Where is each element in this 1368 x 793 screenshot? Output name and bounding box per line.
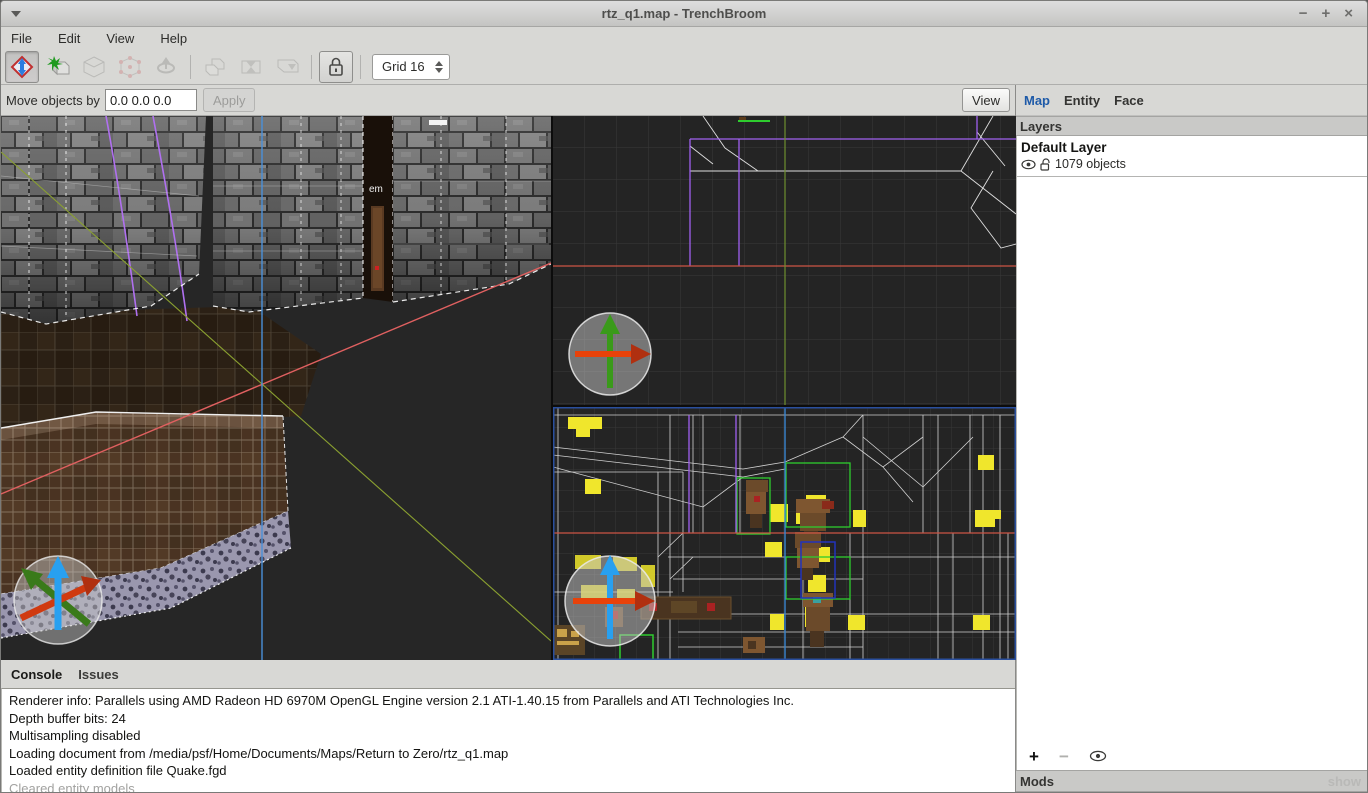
- rotate-tool-icon: [154, 55, 178, 79]
- minimize-button[interactable]: −: [1299, 6, 1308, 21]
- viewport-3d[interactable]: em: [1, 116, 551, 660]
- app-window: rtz_q1.map - TrenchBroom − + × File Edit…: [0, 0, 1368, 793]
- viewport-2d-xy-canvas: [553, 116, 1016, 405]
- spinner-up-icon[interactable]: [435, 61, 443, 66]
- brick-wall-right: [393, 116, 551, 302]
- layer-unlocked-icon[interactable]: [1040, 158, 1051, 171]
- console-line: Loaded entity definition file Quake.fgd: [9, 762, 1008, 780]
- tab-map[interactable]: Map: [1024, 93, 1050, 108]
- add-layer-button[interactable]: +: [1029, 748, 1039, 765]
- entity-label: em: [369, 184, 383, 195]
- layers-toolbar: + −: [1016, 742, 1367, 770]
- menu-view[interactable]: View: [106, 31, 134, 46]
- layer-object-count: 1079 objects: [1055, 157, 1126, 171]
- cube-tool-button[interactable]: [77, 51, 111, 83]
- lock-icon: [326, 56, 346, 78]
- remove-layer-button[interactable]: −: [1059, 748, 1069, 765]
- inspector-panel: Map Entity Face Layers Default Layer: [1016, 85, 1367, 792]
- layer-name: Default Layer: [1021, 140, 1363, 155]
- close-button[interactable]: ×: [1344, 6, 1353, 21]
- csg-subtract-button[interactable]: [234, 51, 268, 83]
- selection-tool-button[interactable]: [5, 51, 39, 83]
- editor-area: Move objects by Apply View: [1, 85, 1016, 792]
- cube-icon: [82, 55, 106, 79]
- viewport-2d-xz-canvas: [553, 407, 1016, 660]
- console-line: Loading document from /media/psf/Home/Do…: [9, 745, 1008, 763]
- csg-intersect-icon: [274, 55, 300, 79]
- layer-visibility-eye-icon[interactable]: [1021, 159, 1036, 170]
- menu-edit[interactable]: Edit: [58, 31, 80, 46]
- apply-button[interactable]: Apply: [203, 88, 256, 112]
- csg-merge-icon: [202, 55, 228, 79]
- viewport-2d-xz[interactable]: [553, 407, 1016, 660]
- menu-help[interactable]: Help: [160, 31, 187, 46]
- mods-show-link[interactable]: show: [1328, 774, 1363, 789]
- menu-file[interactable]: File: [11, 31, 32, 46]
- compass-gizmo-xz: [565, 555, 655, 646]
- move-objects-label: Move objects by: [6, 93, 100, 108]
- console-line: Multisampling disabled: [9, 727, 1008, 745]
- spinner-down-icon[interactable]: [435, 68, 443, 73]
- layer-row-default[interactable]: Default Layer 1079 objects: [1017, 136, 1367, 177]
- inspector-tabs: Map Entity Face: [1016, 85, 1367, 116]
- csg-convex-merge-button[interactable]: [198, 51, 232, 83]
- alcove: [363, 116, 393, 302]
- grid-size-spinner[interactable]: [435, 61, 443, 73]
- maximize-button[interactable]: +: [1321, 6, 1330, 21]
- toolbar-separator: [311, 55, 312, 79]
- rotate-tool-button[interactable]: [149, 51, 183, 83]
- mods-header-label: Mods: [1020, 774, 1054, 789]
- layers-header-label: Layers: [1020, 119, 1062, 134]
- vertex-tool-icon: [118, 55, 142, 79]
- toolbar-separator: [360, 55, 361, 79]
- compass-gizmo-xy: [569, 313, 651, 395]
- grid-size-control[interactable]: Grid 16: [372, 54, 450, 80]
- console-line: Cleared entity models: [9, 780, 1008, 793]
- vertex-tool-button[interactable]: [113, 51, 147, 83]
- window-title: rtz_q1.map - TrenchBroom: [1, 6, 1367, 21]
- compass-gizmo-3d: [14, 556, 102, 644]
- move-objects-bar: Move objects by Apply View: [1, 85, 1015, 116]
- tab-console[interactable]: Console: [11, 667, 62, 682]
- toggle-visibility-eye-icon[interactable]: [1089, 750, 1107, 762]
- toolbar: Grid 16: [1, 49, 1367, 85]
- tab-issues[interactable]: Issues: [78, 667, 118, 682]
- viewport-area: em: [1, 116, 1015, 660]
- layers-list: Default Layer 1079 objects: [1016, 136, 1367, 742]
- menubar: File Edit View Help: [1, 27, 1367, 49]
- view-dropdown-button[interactable]: View: [962, 88, 1010, 112]
- brick-wall-center: [213, 116, 363, 312]
- console-tabs: Console Issues: [1, 660, 1015, 688]
- selection-tool-icon: [10, 55, 34, 79]
- toolbar-separator: [190, 55, 191, 79]
- brush-tool-button[interactable]: [41, 51, 75, 83]
- move-objects-input[interactable]: [105, 89, 197, 111]
- layers-section-header: Layers: [1016, 116, 1367, 136]
- csg-intersect-button[interactable]: [270, 51, 304, 83]
- console-line: Depth buffer bits: 24: [9, 710, 1008, 728]
- titlebar: rtz_q1.map - TrenchBroom − + ×: [1, 1, 1367, 27]
- console-output: Renderer info: Parallels using AMD Radeo…: [1, 688, 1015, 792]
- console-panel: Console Issues Renderer info: Parallels …: [1, 660, 1015, 792]
- console-line: Renderer info: Parallels using AMD Radeo…: [9, 692, 1008, 710]
- tab-entity[interactable]: Entity: [1064, 93, 1100, 108]
- csg-subtract-icon: [238, 55, 264, 79]
- tab-face[interactable]: Face: [1114, 93, 1144, 108]
- mods-section-header: Mods show: [1016, 770, 1367, 792]
- grid-size-value: Grid 16: [382, 59, 425, 74]
- brush-tool-icon: [45, 55, 71, 79]
- viewport-2d-xy[interactable]: [553, 116, 1016, 405]
- texture-lock-button[interactable]: [319, 51, 353, 83]
- viewport-3d-canvas: em: [1, 116, 551, 660]
